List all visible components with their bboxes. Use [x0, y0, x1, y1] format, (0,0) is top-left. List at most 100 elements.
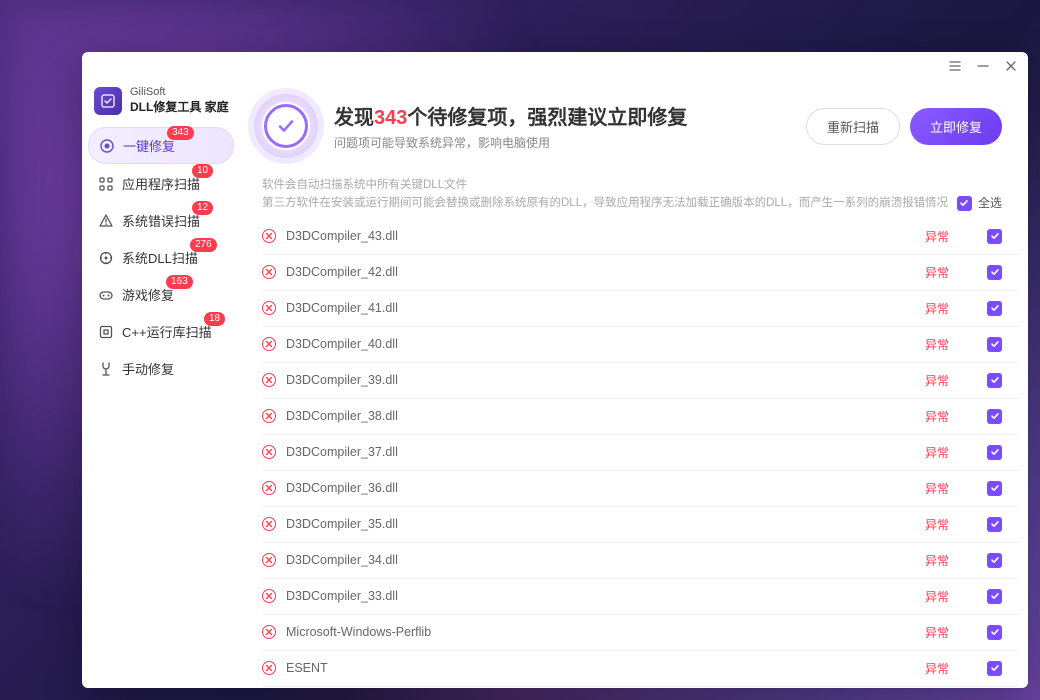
app-window: GiliSoft DLL修复工具 家庭 一键修复343应用程序扫描10系统错误扫…: [82, 52, 1028, 688]
count-badge: 10: [192, 164, 213, 178]
page-title: 发现343个待修复项，强烈建议立即修复: [334, 101, 790, 130]
issue-row[interactable]: D3DCompiler_39.dll异常: [262, 363, 1020, 399]
issue-row[interactable]: D3DCompiler_37.dll异常: [262, 435, 1020, 471]
issue-row[interactable]: D3DCompiler_38.dll 异常: [262, 399, 1020, 435]
sidebar-item[interactable]: 手动修复: [88, 351, 234, 386]
count-badge: 12: [192, 201, 213, 215]
count-badge: 163: [166, 275, 193, 289]
count-badge: 343: [167, 126, 194, 140]
issue-status: 异常: [925, 408, 949, 425]
error-icon: [262, 229, 276, 243]
sidebar-icon: [98, 324, 114, 340]
sidebar-icon: [98, 287, 114, 303]
select-all-checkbox[interactable]: [957, 196, 972, 211]
sidebar-icon: [98, 361, 114, 377]
sidebar-item[interactable]: 系统错误扫描12: [88, 203, 234, 238]
row-checkbox[interactable]: [987, 301, 1002, 316]
page-subtitle: 问题项可能导致系统异常，影响电脑使用: [334, 134, 790, 151]
issue-row[interactable]: ESENT异常: [262, 651, 1020, 687]
error-icon: [262, 661, 276, 675]
sidebar-item-label: 游戏修复: [122, 285, 174, 304]
fix-now-button[interactable]: 立即修复: [910, 108, 1002, 145]
issue-name: D3DCompiler_40.dll: [286, 337, 915, 351]
row-checkbox[interactable]: [987, 625, 1002, 640]
sidebar-item-label: 系统DLL扫描: [122, 248, 198, 267]
error-icon: [262, 481, 276, 495]
count-badge: 276: [190, 238, 217, 252]
error-icon: [262, 625, 276, 639]
select-all-label: 全选: [978, 194, 1002, 213]
sidebar-item[interactable]: 应用程序扫描10: [88, 166, 234, 201]
sidebar-item[interactable]: 一键修复343: [88, 127, 234, 164]
issue-name: Microsoft-Windows-Perflib: [286, 625, 915, 639]
error-icon: [262, 445, 276, 459]
header: 发现343个待修复项，强烈建议立即修复 问题项可能导致系统异常，影响电脑使用 重…: [240, 80, 1024, 176]
issue-row[interactable]: D3DCompiler_36.dll 异常: [262, 471, 1020, 507]
row-checkbox[interactable]: [987, 553, 1002, 568]
issue-name: D3DCompiler_43.dll: [286, 229, 915, 243]
main: 发现343个待修复项，强烈建议立即修复 问题项可能导致系统异常，影响电脑使用 重…: [240, 80, 1028, 688]
issue-name: D3DCompiler_34.dll: [286, 553, 915, 567]
row-checkbox[interactable]: [987, 229, 1002, 244]
brand-icon: [94, 87, 122, 115]
issue-name: D3DCompiler_35.dll: [286, 517, 915, 531]
issue-row[interactable]: Microsoft-Windows-Perflib 异常: [262, 615, 1020, 651]
issue-row[interactable]: D3DCompiler_40.dll 异常: [262, 327, 1020, 363]
sidebar-item[interactable]: 系统DLL扫描276: [88, 240, 234, 275]
issue-name: D3DCompiler_36.dll: [286, 481, 915, 495]
close-button[interactable]: [1004, 59, 1018, 73]
select-all[interactable]: 全选: [957, 194, 1002, 213]
issue-row[interactable]: D3DCompiler_41.dll异常: [262, 291, 1020, 327]
row-checkbox[interactable]: [987, 445, 1002, 460]
issue-row[interactable]: D3DCompiler_35.dll异常: [262, 507, 1020, 543]
error-icon: [262, 409, 276, 423]
count-badge: 18: [204, 312, 225, 326]
error-icon: [262, 373, 276, 387]
sidebar-item[interactable]: C++运行库扫描18: [88, 314, 234, 349]
error-icon: [262, 517, 276, 531]
row-checkbox[interactable]: [987, 373, 1002, 388]
issue-name: D3DCompiler_33.dll: [286, 589, 915, 603]
sidebar-item-label: 系统错误扫描: [122, 211, 200, 230]
rescan-button[interactable]: 重新扫描: [806, 108, 900, 145]
description-line: 软件会自动扫描系统中所有关键DLL文件: [262, 176, 948, 194]
sidebar-icon: [98, 176, 114, 192]
description-line: 第三方软件在安装或运行期间可能会替换或删除系统原有的DLL，导致应用程序无法加载…: [262, 194, 948, 212]
row-checkbox[interactable]: [987, 337, 1002, 352]
issue-row[interactable]: D3DCompiler_34.dll 异常: [262, 543, 1020, 579]
issue-row[interactable]: D3DCompiler_42.dll异常: [262, 255, 1020, 291]
issue-row[interactable]: D3DCompiler_43.dll异常: [262, 219, 1020, 255]
error-icon: [262, 553, 276, 567]
issue-status: 异常: [925, 552, 949, 569]
issue-status: 异常: [925, 624, 949, 641]
error-icon: [262, 589, 276, 603]
brand-product: DLL修复工具 家庭: [130, 98, 229, 115]
description: 软件会自动扫描系统中所有关键DLL文件 第三方软件在安装或运行期间可能会替换或删…: [240, 176, 1024, 219]
issue-status: 异常: [925, 660, 949, 677]
minimize-button[interactable]: [976, 59, 990, 73]
row-checkbox[interactable]: [987, 409, 1002, 424]
sidebar-icon: [99, 138, 115, 154]
issue-name: D3DCompiler_38.dll: [286, 409, 915, 423]
row-checkbox[interactable]: [987, 481, 1002, 496]
brand-vendor: GiliSoft: [130, 86, 229, 98]
sidebar-item-label: 应用程序扫描: [122, 174, 200, 193]
row-checkbox[interactable]: [987, 661, 1002, 676]
sidebar-item-label: C++运行库扫描: [122, 322, 212, 341]
issue-status: 异常: [925, 300, 949, 317]
sidebar-item[interactable]: 游戏修复163: [88, 277, 234, 312]
error-icon: [262, 301, 276, 315]
menu-icon[interactable]: [948, 59, 962, 73]
issue-status: 异常: [925, 264, 949, 281]
row-checkbox[interactable]: [987, 589, 1002, 604]
row-checkbox[interactable]: [987, 265, 1002, 280]
row-checkbox[interactable]: [987, 517, 1002, 532]
error-icon: [262, 265, 276, 279]
issue-row[interactable]: D3DCompiler_33.dll异常: [262, 579, 1020, 615]
sidebar-item-label: 一键修复: [123, 136, 175, 155]
issue-status: 异常: [925, 480, 949, 497]
sidebar-icon: [98, 213, 114, 229]
sidebar-icon: [98, 250, 114, 266]
issue-status: 异常: [925, 336, 949, 353]
issue-list[interactable]: D3DCompiler_43.dll异常D3DCompiler_42.dll异常…: [240, 219, 1024, 688]
